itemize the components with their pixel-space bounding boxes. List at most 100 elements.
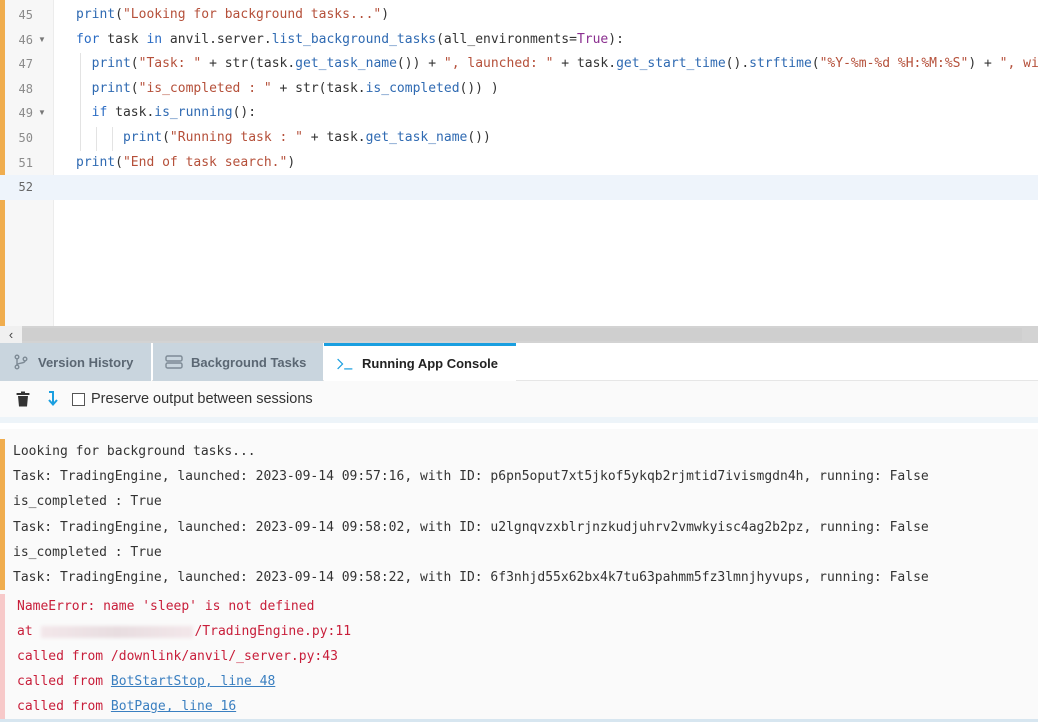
horizontal-scrollbar[interactable]: ‹	[0, 326, 1038, 343]
console-line: is_completed : True	[0, 539, 1038, 565]
code-line[interactable]: 48 print("is_completed : " + str(task.is…	[0, 77, 1038, 102]
code-line[interactable]: 52	[0, 175, 1038, 200]
error-at-prefix: at	[17, 624, 41, 639]
code-line[interactable]: 50 print("Running task : " + task.get_ta…	[0, 126, 1038, 151]
stack-frame-prefix: called from	[17, 649, 111, 664]
preserve-output-checkbox[interactable]	[72, 392, 85, 406]
console-line: Task: TradingEngine, launched: 2023-09-1…	[0, 464, 1038, 490]
terminal-icon	[336, 355, 354, 373]
tab-running-app-console[interactable]: Running App Console	[324, 343, 516, 381]
code-text: for task in anvil.server.list_background…	[76, 28, 624, 53]
code-token: "End of task search."	[122, 154, 288, 170]
code-token: is_running	[154, 105, 233, 121]
code-token: task	[99, 31, 147, 47]
code-token: print	[76, 154, 116, 170]
code-line[interactable]: 46 ▼ for task in anvil.server.list_backgro…	[0, 28, 1038, 53]
stack-frame: called from /downlink/anvil/_server.py:4…	[0, 644, 1038, 670]
error-message: NameError: name 'sleep' is not defined	[0, 594, 1038, 620]
scroll-to-bottom-icon[interactable]	[44, 390, 62, 408]
code-token: )	[381, 7, 390, 22]
indent-guide	[80, 53, 81, 151]
code-editor[interactable]: 45 print("Looking for background tasks...…	[0, 0, 1038, 326]
stack-frame: called from BotStartStop, line 48	[0, 669, 1038, 695]
line-number: 50	[18, 131, 33, 145]
console-output: Looking for background tasks... Task: Tra…	[0, 429, 1038, 722]
code-token: "is_completed : "	[138, 80, 272, 96]
line-number: 47	[18, 57, 33, 72]
console-toolbar: Preserve output between sessions	[0, 381, 1038, 423]
code-token: ) +	[968, 56, 1000, 72]
error-at-suffix: /TradingEngine.py:11	[194, 624, 352, 639]
code-text: print("is_completed : " + str(task.is_co…	[76, 77, 499, 102]
code-token: (	[162, 130, 170, 145]
code-token: (all_environments=	[436, 31, 577, 47]
fold-toggle-icon[interactable]: ▼	[38, 28, 46, 53]
code-token: + task.	[302, 130, 366, 145]
code-token: list_background_tasks	[271, 31, 437, 47]
code-text: print("Task: " + str(task.get_task_name(…	[76, 52, 1038, 77]
line-number: 49	[18, 106, 33, 121]
code-text: print("Looking for background tasks...")	[76, 3, 389, 28]
indent-guide	[96, 127, 97, 151]
console-line: Task: TradingEngine, launched: 2023-09-1…	[0, 514, 1038, 540]
tab-label: Version History	[38, 354, 134, 370]
server-icon	[165, 353, 183, 371]
stack-frame: called from BotPage, line 16	[0, 694, 1038, 720]
console-line-text: Task: TradingEngine, launched: 2023-09-1…	[13, 570, 929, 585]
code-token: strftime	[749, 56, 812, 72]
scroll-left-icon[interactable]: ‹	[0, 326, 22, 343]
stack-frame-prefix: called from	[17, 674, 111, 690]
indent-guide	[112, 127, 113, 151]
line-number: 52	[18, 180, 33, 195]
console-line-text: is_completed : True	[13, 544, 162, 560]
code-token: )	[287, 154, 296, 170]
code-token: in	[146, 31, 163, 47]
code-token: print	[76, 7, 116, 22]
console-line-text: Task: TradingEngine, launched: 2023-09-1…	[13, 519, 929, 535]
console-line: is_completed : True	[0, 489, 1038, 515]
code-token: ):	[608, 31, 624, 47]
tab-background-tasks[interactable]: Background Tasks	[153, 343, 323, 381]
code-line[interactable]: 45 print("Looking for background tasks...…	[0, 3, 1038, 28]
code-token: + task.	[553, 56, 617, 72]
code-line[interactable]: 51 print("End of task search.")	[0, 151, 1038, 176]
fold-toggle-icon[interactable]: ▼	[38, 101, 46, 126]
code-token: (	[811, 56, 820, 72]
code-token: "Looking for background tasks..."	[122, 7, 382, 22]
branch-icon	[12, 353, 30, 371]
trash-icon[interactable]	[14, 390, 32, 408]
redacted-path	[41, 625, 194, 638]
code-token: (	[130, 80, 139, 96]
code-token: ()) )	[459, 80, 499, 96]
code-token: "%Y-%m-%d %H:%M:%S"	[819, 56, 969, 72]
code-token: ())	[467, 130, 491, 145]
line-number: 46	[18, 32, 33, 47]
code-token: anvil.server.	[162, 31, 272, 47]
tab-version-history[interactable]: Version History	[0, 343, 152, 381]
code-token: get_start_time	[616, 56, 726, 72]
code-token: ", launched: "	[443, 56, 554, 72]
console-line: Task: TradingEngine, launched: 2023-09-1…	[0, 565, 1038, 591]
stack-frame-link[interactable]: BotPage, line 16	[111, 699, 236, 714]
code-token: print	[76, 80, 131, 96]
stack-frame-path: /downlink/anvil/_server.py:43	[110, 649, 338, 664]
line-number: 51	[18, 155, 33, 170]
bottom-panel-tabs: Version History Background Tasks Running…	[0, 343, 1038, 381]
tab-label: Background Tasks	[191, 354, 307, 370]
code-token: task.	[107, 105, 155, 121]
code-token: + str(task.	[201, 56, 296, 72]
tab-label: Running App Console	[362, 356, 498, 371]
code-token: get_task_name	[295, 56, 397, 72]
code-text: print("End of task search.")	[76, 151, 295, 176]
code-line[interactable]: 47 print("Task: " + str(task.get_task_na…	[0, 52, 1038, 77]
stack-frame-link[interactable]: BotStartStop, line 48	[111, 674, 275, 689]
code-text: print("Running task : " + task.get_task_…	[76, 126, 491, 151]
code-line[interactable]: 49 ▼ if task.is_running():	[0, 101, 1038, 126]
code-text: if task.is_running():	[76, 101, 256, 126]
scrollbar-thumb[interactable]	[22, 328, 1022, 341]
stack-frame-prefix: called from	[17, 699, 111, 715]
code-token: ()) +	[396, 56, 444, 72]
code-token: (	[115, 7, 123, 22]
preserve-output-label[interactable]: Preserve output between sessions	[91, 391, 313, 407]
console-line-text: Looking for background tasks...	[13, 444, 256, 459]
